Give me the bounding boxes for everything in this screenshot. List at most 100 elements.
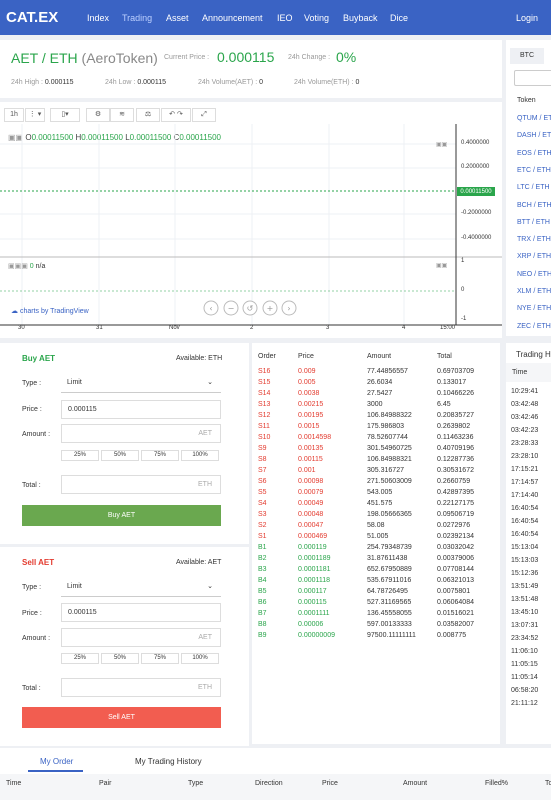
- token-item[interactable]: XLM / ETH: [517, 288, 551, 295]
- nav-buyback[interactable]: Buyback: [343, 13, 378, 23]
- token-item[interactable]: EOS / ETH: [517, 150, 551, 157]
- buy-price-input[interactable]: 0.000115: [61, 400, 221, 419]
- book-amount: 31.87611438: [367, 555, 408, 562]
- book-amount: 136.45558055: [367, 610, 412, 617]
- book-order: S16: [258, 368, 271, 375]
- buy-button[interactable]: Buy AET: [22, 505, 221, 526]
- trade-time: 16:40:54: [511, 518, 539, 525]
- nav-index[interactable]: Index: [87, 13, 109, 23]
- sell-pct-50[interactable]: 50%: [101, 653, 139, 664]
- volume-tick: -1: [461, 316, 467, 322]
- order-book-row[interactable]: S15 0.005 26.6034 0.133017: [252, 379, 500, 390]
- buy-type-select[interactable]: Limit ⌄: [61, 374, 221, 393]
- last-price-value: 0.00011500: [460, 189, 492, 195]
- token-item[interactable]: NYE / ETH: [517, 305, 551, 312]
- sell-total-input[interactable]: ETH: [61, 678, 221, 697]
- order-book-row[interactable]: B4 0.0001118 535.67911016 0.06321013: [252, 577, 500, 588]
- order-book-row[interactable]: S8 0.00115 106.84988321 0.12287736: [252, 456, 500, 467]
- tab-btc[interactable]: BTC: [510, 48, 544, 64]
- svg-text:↺: ↺: [247, 304, 254, 313]
- buy-type-label: Type :: [22, 380, 42, 387]
- sell-total-label: Total :: [22, 685, 41, 692]
- logo[interactable]: CAT.EX: [6, 9, 58, 26]
- current-price: 0.000115: [217, 49, 275, 65]
- order-book-row[interactable]: S13 0.00215 3000 6.45: [252, 401, 500, 412]
- nav-ieo[interactable]: IEO: [277, 13, 293, 23]
- order-book-row[interactable]: S7 0.001 305.316727 0.30531672: [252, 467, 500, 478]
- buy-amount-input[interactable]: AET: [61, 424, 221, 443]
- order-book-row[interactable]: S5 0.00079 543.005 0.42897395: [252, 489, 500, 500]
- order-book-row[interactable]: B1 0.000119 254.79348739 0.03032042: [252, 544, 500, 555]
- order-book-row[interactable]: B7 0.0001111 136.45558055 0.01516021: [252, 610, 500, 621]
- buy-pct-75[interactable]: 75%: [141, 450, 179, 461]
- sell-price-label: Price :: [22, 610, 42, 617]
- order-book-row[interactable]: S14 0.0038 27.5427 0.10466226: [252, 390, 500, 401]
- buy-pct-50[interactable]: 50%: [101, 450, 139, 461]
- token-search-input[interactable]: [514, 70, 551, 86]
- tradingview-credit[interactable]: ☁ charts by TradingView: [11, 307, 89, 315]
- token-item[interactable]: NEO / ETH: [517, 271, 551, 278]
- chevron-down-icon: ⌄: [207, 379, 213, 386]
- book-total: 0.69703709: [437, 368, 474, 375]
- order-book-row[interactable]: B8 0.00006 597.00133333 0.03582007: [252, 621, 500, 632]
- order-book-row[interactable]: S3 0.00048 198.05666365 0.09506719: [252, 511, 500, 522]
- order-book-row[interactable]: S9 0.00135 301.54960725 0.40709196: [252, 445, 500, 456]
- order-book-row[interactable]: S16 0.009 77.44856557 0.69703709: [252, 368, 500, 379]
- nav-trading[interactable]: Trading: [122, 13, 152, 23]
- book-price: 0.0001181: [298, 566, 331, 573]
- order-book-row[interactable]: S12 0.00195 106.84988322 0.20835727: [252, 412, 500, 423]
- order-book-row[interactable]: S11 0.0015 175.986803 0.2639802: [252, 423, 500, 434]
- nav-asset[interactable]: Asset: [166, 13, 189, 23]
- tab-my-trading-history[interactable]: My Trading History: [135, 757, 202, 766]
- token-item[interactable]: TRX / ETH: [517, 236, 551, 243]
- stat-low: 24h Low : 0.000115: [105, 79, 166, 86]
- nav-announcement[interactable]: Announcement: [202, 13, 263, 23]
- x-tick: 4: [402, 325, 406, 331]
- order-book-row[interactable]: B9 0.00000009 97500.11111111 0.008775: [252, 632, 500, 643]
- token-item[interactable]: ETC / ETH: [517, 167, 551, 174]
- col-filled: Filled%: [485, 780, 508, 787]
- order-book-row[interactable]: S2 0.00047 58.08 0.0272976: [252, 522, 500, 533]
- token-item[interactable]: DASH / ETH: [517, 132, 551, 139]
- x-tick: 30: [18, 325, 25, 331]
- chart-canvas[interactable]: ‹ − ↺ + ›: [0, 102, 502, 338]
- order-book-row[interactable]: S10 0.0014598 78.52607744 0.11463236: [252, 434, 500, 445]
- nav-dice[interactable]: Dice: [390, 13, 408, 23]
- sell-pct-100[interactable]: 100%: [181, 653, 219, 664]
- trade-time: 13:51:49: [511, 583, 539, 590]
- book-amount: 271.50603009: [367, 478, 412, 485]
- sell-button[interactable]: Sell AET: [22, 707, 221, 728]
- buy-pct-100[interactable]: 100%: [181, 450, 219, 461]
- order-book: Order Price Amount Total S16 0.009 77.4485…: [252, 343, 500, 744]
- order-book-row[interactable]: B2 0.0001189 31.87611438 0.00379006: [252, 555, 500, 566]
- trade-time: 11:05:14: [511, 674, 538, 681]
- book-amount: 527.31169565: [367, 599, 412, 606]
- sell-type-select[interactable]: Limit ⌄: [61, 578, 221, 597]
- sell-price-input[interactable]: 0.000115: [61, 603, 221, 622]
- token-item[interactable]: BCH / ETH: [517, 202, 551, 209]
- buy-total-input[interactable]: ETH: [61, 475, 221, 494]
- login-link[interactable]: Login: [516, 13, 538, 23]
- tab-my-order[interactable]: My Order: [40, 757, 73, 766]
- token-item[interactable]: ZEC / ETH: [517, 323, 551, 330]
- order-book-row[interactable]: B6 0.000115 527.31169565 0.06064084: [252, 599, 500, 610]
- sell-pct-75[interactable]: 75%: [141, 653, 179, 664]
- order-book-row[interactable]: B5 0.000117 64.78726495 0.0075801: [252, 588, 500, 599]
- book-order: S11: [258, 423, 270, 430]
- pane-controls-icon[interactable]: ▣▣: [436, 141, 447, 148]
- token-item[interactable]: XRP / ETH: [517, 253, 551, 260]
- token-item[interactable]: QTUM / ETH: [517, 115, 551, 122]
- sell-amount-input[interactable]: AET: [61, 628, 221, 647]
- token-item[interactable]: BTT / ETH: [517, 219, 550, 226]
- order-book-row[interactable]: S6 0.00098 271.50603009 0.2660759: [252, 478, 500, 489]
- order-book-row[interactable]: S1 0.000469 51.005 0.02392134: [252, 533, 500, 544]
- token-item[interactable]: LTC / ETH: [517, 184, 550, 191]
- order-book-row[interactable]: B3 0.0001181 652.67950889 0.07708144: [252, 566, 500, 577]
- sell-pct-25[interactable]: 25%: [61, 653, 99, 664]
- book-total: 0.20835727: [437, 412, 474, 419]
- nav-voting[interactable]: Voting: [304, 13, 329, 23]
- volume-pane-controls-icon[interactable]: ▣▣: [436, 262, 447, 269]
- buy-pct-25[interactable]: 25%: [61, 450, 99, 461]
- book-total: 0.40709196: [437, 445, 474, 452]
- order-book-row[interactable]: S4 0.00049 451.575 0.22127175: [252, 500, 500, 511]
